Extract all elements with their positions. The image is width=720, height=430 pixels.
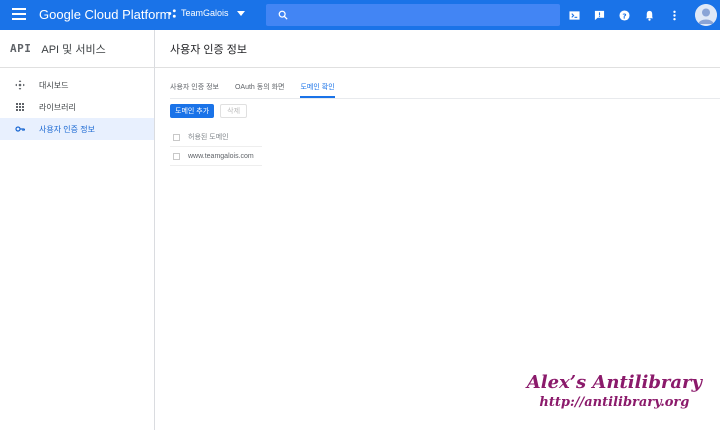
sidebar-item-credentials[interactable]: 사용자 인증 정보 <box>0 118 154 140</box>
sidebar-item-label: 사용자 인증 정보 <box>39 124 95 134</box>
action-bar: 도메인 추가 삭제 <box>170 104 248 118</box>
sidebar-header: API API 및 서비스 <box>0 30 154 68</box>
dashboard-icon <box>15 80 25 90</box>
project-selector[interactable]: TeamGalois <box>168 8 245 18</box>
tab-credentials[interactable]: 사용자 인증 정보 <box>170 80 219 98</box>
terminal-icon[interactable] <box>568 9 580 21</box>
table-row: www.teamgalois.com <box>170 147 262 166</box>
key-icon <box>15 124 25 134</box>
library-icon <box>15 102 25 112</box>
sidebar-nav: 대시보드 라이브러리 사용자 인증 정보 <box>0 74 154 140</box>
more-vert-icon[interactable] <box>668 9 680 21</box>
watermark: Alex’s Antilibrary http://antilibrary.or… <box>527 372 702 412</box>
app-title[interactable]: Google Cloud Platform <box>39 7 171 22</box>
select-all-checkbox[interactable] <box>173 133 180 141</box>
main-content: 사용자 인증 정보 사용자 인증 정보 OAuth 동의 화면 도메인 확인 도… <box>155 30 720 430</box>
delete-button: 삭제 <box>220 104 248 118</box>
row-checkbox[interactable] <box>173 152 180 160</box>
tab-divider <box>170 98 720 99</box>
sidebar-item-label: 라이브러리 <box>39 102 76 112</box>
table-header-row: 허용된 도메인 <box>170 128 262 147</box>
notification-alert-icon[interactable] <box>593 9 605 21</box>
domain-cell: www.teamgalois.com <box>188 152 254 160</box>
add-domain-button[interactable]: 도메인 추가 <box>170 104 215 118</box>
api-logo: API <box>10 42 32 55</box>
chevron-down-icon <box>236 10 245 16</box>
search-icon <box>278 10 288 20</box>
page-header: 사용자 인증 정보 <box>155 30 720 68</box>
menu-icon[interactable] <box>12 8 26 20</box>
watermark-title: Alex’s Antilibrary <box>526 372 702 393</box>
domain-table: 허용된 도메인 www.teamgalois.com <box>170 128 262 166</box>
search-input[interactable] <box>296 9 546 21</box>
sidebar-item-library[interactable]: 라이브러리 <box>0 96 154 118</box>
page-title: 사용자 인증 정보 <box>170 43 247 56</box>
tab-domain-verification[interactable]: 도메인 확인 <box>300 80 335 98</box>
sidebar: API API 및 서비스 대시보드 라이브러리 사용자 인증 정보 <box>0 30 155 430</box>
top-app-bar: Google Cloud Platform TeamGalois ? <box>0 0 720 30</box>
column-header-allowed-domain: 허용된 도메인 <box>188 134 229 141</box>
tab-oauth-consent[interactable]: OAuth 동의 화면 <box>235 80 285 98</box>
sidebar-item-label: 대시보드 <box>39 80 69 90</box>
sidebar-item-dashboard[interactable]: 대시보드 <box>0 74 154 96</box>
account-avatar[interactable] <box>695 4 717 26</box>
bell-icon[interactable] <box>643 9 655 21</box>
search-bar[interactable] <box>266 4 560 26</box>
project-name: TeamGalois <box>181 8 229 18</box>
watermark-url: http://antilibrary.org <box>539 395 690 410</box>
sidebar-title: API 및 서비스 <box>41 43 106 56</box>
tab-bar: 사용자 인증 정보 OAuth 동의 화면 도메인 확인 <box>170 80 351 98</box>
help-icon[interactable]: ? <box>618 9 630 21</box>
project-dots-icon <box>168 8 176 18</box>
svg-text:?: ? <box>622 11 626 20</box>
